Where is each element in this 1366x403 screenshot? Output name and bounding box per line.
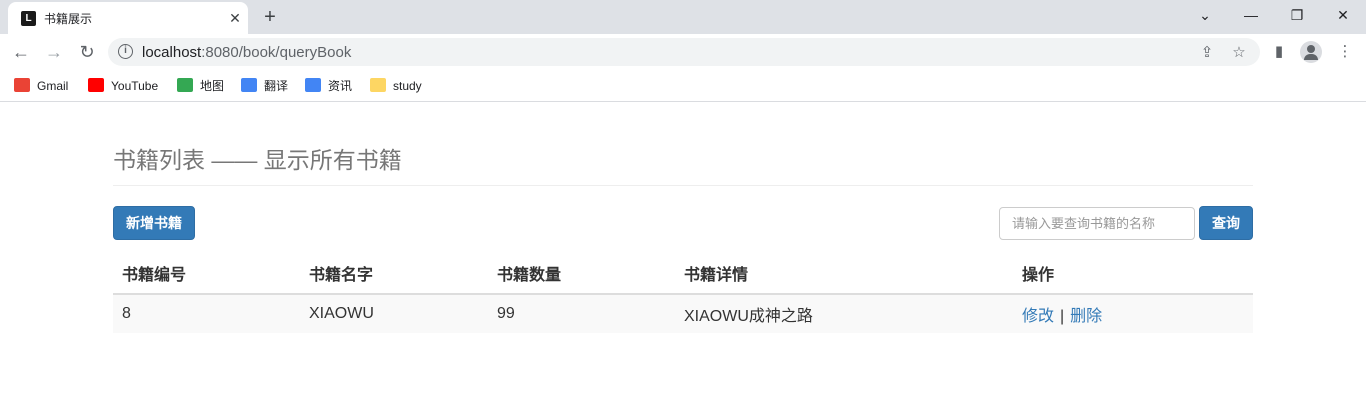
tab-search-icon[interactable]: ⌄ bbox=[1191, 3, 1219, 27]
bookmark-label: 资讯 bbox=[328, 79, 353, 93]
query-button[interactable]: 查询 bbox=[1199, 206, 1253, 240]
tab-strip: L 书籍展示 ✕ + ⌄ — ❐ ✕ bbox=[0, 0, 1366, 34]
title-divider bbox=[113, 185, 1253, 186]
bookmark-label: Gmail bbox=[37, 79, 69, 93]
translate-icon bbox=[241, 78, 257, 92]
gmail-icon bbox=[14, 78, 30, 92]
cell-book-id: 8 bbox=[113, 294, 300, 333]
header-book-id: 书籍编号 bbox=[113, 253, 300, 295]
maps-icon bbox=[177, 78, 193, 92]
bookmark-translate[interactable]: 翻译 bbox=[241, 77, 288, 95]
site-info-icon[interactable]: i bbox=[118, 44, 133, 59]
search-input[interactable] bbox=[999, 207, 1195, 240]
cell-actions: 修改 | 删除 bbox=[1013, 294, 1253, 333]
bookmark-youtube[interactable]: YouTube bbox=[88, 77, 158, 95]
new-tab-icon[interactable]: + bbox=[258, 5, 282, 29]
url-text[interactable]: localhost:8080/book/queryBook bbox=[142, 44, 351, 61]
table-header-row: 书籍编号 书籍名字 书籍数量 书籍详情 操作 bbox=[113, 253, 1253, 295]
folder-icon bbox=[370, 78, 386, 92]
bookmark-label: study bbox=[393, 79, 422, 93]
add-book-button[interactable]: 新增书籍 bbox=[113, 206, 195, 240]
books-table: 书籍编号 书籍名字 书籍数量 书籍详情 操作 8 XIAOWU 99 XIAOW… bbox=[113, 253, 1253, 333]
back-icon[interactable]: ← bbox=[9, 40, 33, 64]
bookmarks-bar: Gmail YouTube 地图 翻译 资讯 study bbox=[0, 70, 1366, 102]
youtube-icon bbox=[88, 78, 104, 92]
bookmark-gmail[interactable]: Gmail bbox=[14, 77, 68, 95]
header-book-name: 书籍名字 bbox=[300, 253, 488, 295]
news-icon bbox=[305, 78, 321, 92]
menu-kebab-icon[interactable]: ⋮ bbox=[1336, 43, 1354, 61]
address-bar[interactable]: i localhost:8080/book/queryBook ⇪ ☆ bbox=[108, 38, 1260, 66]
cell-book-count: 99 bbox=[488, 294, 675, 333]
reload-icon[interactable]: ↻ bbox=[75, 40, 99, 64]
bookmark-news[interactable]: 资讯 bbox=[305, 77, 352, 95]
minimize-icon[interactable]: — bbox=[1237, 3, 1265, 27]
bookmark-label: 地图 bbox=[200, 79, 225, 93]
site-favicon-icon: L bbox=[21, 11, 36, 26]
header-book-count: 书籍数量 bbox=[488, 253, 675, 295]
edit-link[interactable]: 修改 bbox=[1022, 308, 1054, 325]
forward-icon[interactable]: → bbox=[42, 40, 66, 64]
delete-link[interactable]: 删除 bbox=[1070, 308, 1102, 325]
profile-avatar[interactable] bbox=[1300, 41, 1322, 63]
bookmark-maps[interactable]: 地图 bbox=[177, 77, 224, 95]
close-window-icon[interactable]: ✕ bbox=[1329, 3, 1357, 27]
restore-icon[interactable]: ❐ bbox=[1283, 3, 1311, 27]
bookmark-label: YouTube bbox=[111, 79, 159, 93]
cell-book-detail: XIAOWU成神之路 bbox=[675, 294, 1013, 333]
url-path: :8080/book/queryBook bbox=[201, 44, 352, 61]
bookmark-star-icon[interactable]: ☆ bbox=[1230, 44, 1248, 62]
close-tab-icon[interactable]: ✕ bbox=[226, 9, 244, 27]
side-panel-icon[interactable]: ▮ bbox=[1270, 43, 1288, 61]
tab-title: 书籍展示 bbox=[44, 12, 93, 26]
header-actions: 操作 bbox=[1013, 253, 1253, 295]
share-icon[interactable]: ⇪ bbox=[1198, 44, 1216, 62]
bookmark-study[interactable]: study bbox=[370, 77, 422, 95]
browser-toolbar: ← → ↻ i localhost:8080/book/queryBook ⇪ … bbox=[0, 34, 1366, 70]
url-host: localhost bbox=[142, 44, 202, 61]
action-separator: | bbox=[1060, 308, 1065, 325]
header-book-detail: 书籍详情 bbox=[675, 253, 1013, 295]
page-title: 书籍列表 —— 显示所有书籍 bbox=[113, 147, 402, 173]
table-row: 8 XIAOWU 99 XIAOWU成神之路 修改 | 删除 bbox=[113, 294, 1253, 333]
active-tab[interactable]: L 书籍展示 ✕ bbox=[8, 2, 248, 34]
cell-book-name: XIAOWU bbox=[300, 294, 488, 333]
bookmark-label: 翻译 bbox=[264, 79, 289, 93]
